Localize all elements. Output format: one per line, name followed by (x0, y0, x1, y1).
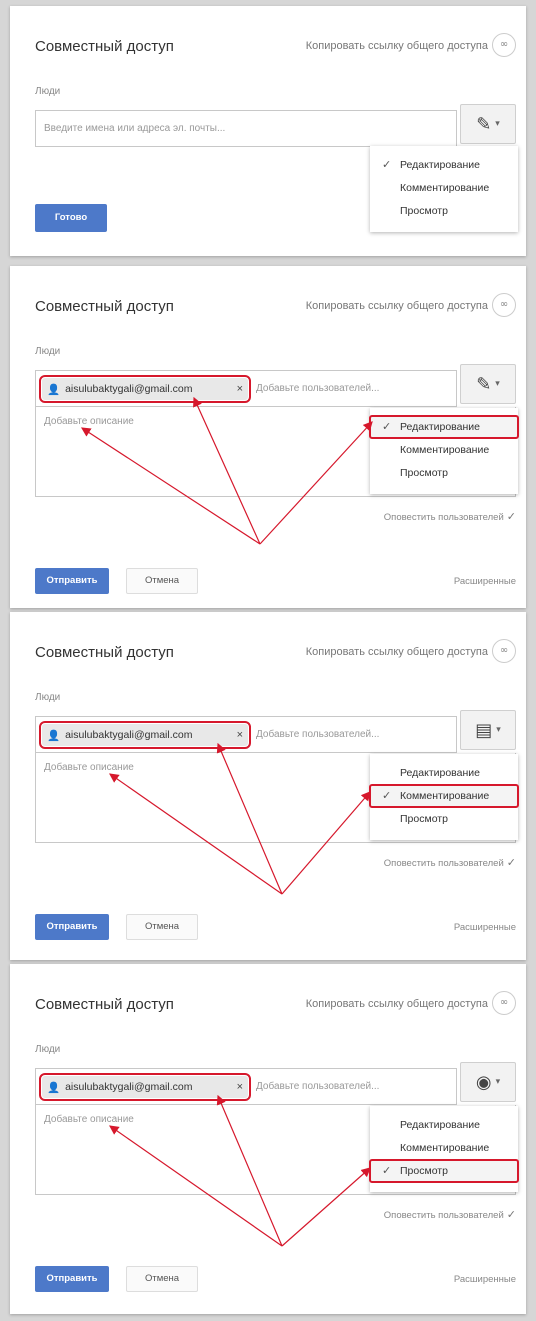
menu-item-view[interactable]: Просмотр (370, 462, 518, 484)
share-dialog-step-3: Совместный доступ Копировать ссылку обще… (10, 612, 526, 960)
permission-dropdown[interactable]: ✎ ▾ (460, 104, 516, 144)
remove-chip-icon[interactable]: × (237, 383, 243, 395)
pencil-icon: ✎ (476, 113, 492, 135)
user-chip[interactable]: 👤 aisulubaktygali@gmail.com × (39, 1073, 251, 1101)
people-label: Люди (35, 692, 61, 703)
check-icon: ✓ (382, 158, 392, 171)
remove-chip-icon[interactable]: × (237, 729, 243, 741)
people-label: Люди (35, 86, 61, 97)
menu-item-edit[interactable]: Редактирование (370, 1114, 518, 1136)
cancel-button[interactable]: Отмена (126, 1266, 198, 1292)
check-icon: ✓ (382, 420, 392, 433)
cancel-button[interactable]: Отмена (126, 914, 198, 940)
advanced-link[interactable]: Расширенные (454, 1274, 516, 1285)
add-users-placeholder: Добавьте пользователей... (256, 729, 380, 740)
menu-item-view[interactable]: Просмотр (370, 808, 518, 830)
share-dialog-step-1: Совместный доступ Копировать ссылку обще… (10, 6, 526, 256)
user-chip[interactable]: 👤 aisulubaktygali@gmail.com × (39, 375, 251, 403)
comment-icon: ▤ (475, 719, 493, 741)
add-users-placeholder: Добавьте пользователей... (256, 383, 380, 394)
menu-item-edit[interactable]: Редактирование (370, 762, 518, 784)
people-input[interactable]: Введите имена или адреса эл. почты... (35, 110, 457, 147)
send-button[interactable]: Отправить (35, 914, 109, 940)
description-placeholder: Добавьте описание (44, 1114, 134, 1125)
share-dialog-step-4: Совместный доступ Копировать ссылку обще… (10, 964, 526, 1314)
eye-icon: ◉ (475, 1071, 492, 1093)
dialog-title: Совместный доступ (35, 644, 174, 661)
user-chip[interactable]: 👤 aisulubaktygali@gmail.com × (39, 721, 251, 749)
menu-item-edit[interactable]: ✓ Редактирование (370, 154, 518, 176)
email-placeholder: Введите имена или адреса эл. почты... (44, 123, 226, 134)
link-icon[interactable]: ∞ (492, 33, 516, 57)
dialog-title: Совместный доступ (35, 38, 174, 55)
dialog-title: Совместный доступ (35, 298, 174, 315)
share-dialog-step-2: Совместный доступ Копировать ссылку обще… (10, 266, 526, 608)
menu-item-view[interactable]: Просмотр (370, 200, 518, 222)
permission-menu: Редактирование Комментирование ✓ Просмотр (369, 1106, 519, 1192)
done-button[interactable]: Готово (35, 204, 107, 232)
send-button[interactable]: Отправить (35, 568, 109, 594)
people-label: Люди (35, 1044, 61, 1055)
menu-item-comment[interactable]: Комментирование (370, 1137, 518, 1159)
menu-item-comment[interactable]: Комментирование (370, 177, 518, 199)
permission-dropdown[interactable]: ▤ ▾ (460, 710, 516, 750)
advanced-link[interactable]: Расширенные (454, 576, 516, 587)
people-label: Люди (35, 346, 61, 357)
link-icon[interactable]: ∞ (492, 639, 516, 663)
chip-email: aisulubaktygali@gmail.com (65, 383, 193, 395)
menu-item-edit[interactable]: ✓ Редактирование (369, 415, 519, 439)
description-placeholder: Добавьте описание (44, 762, 134, 773)
permission-dropdown[interactable]: ◉ ▾ (460, 1062, 516, 1102)
permission-dropdown[interactable]: ✎ ▾ (460, 364, 516, 404)
copy-link-button[interactable]: Копировать ссылку общего доступа (306, 998, 488, 1010)
link-icon[interactable]: ∞ (492, 991, 516, 1015)
send-button[interactable]: Отправить (35, 1266, 109, 1292)
advanced-link[interactable]: Расширенные (454, 922, 516, 933)
copy-link-button[interactable]: Копировать ссылку общего доступа (306, 40, 488, 52)
menu-item-view[interactable]: ✓ Просмотр (369, 1159, 519, 1183)
link-icon[interactable]: ∞ (492, 293, 516, 317)
permission-menu: ✓ Редактирование Комментирование Просмотр (370, 146, 518, 232)
menu-item-comment[interactable]: Комментирование (370, 439, 518, 461)
chip-email: aisulubaktygali@gmail.com (65, 729, 193, 741)
caret-down-icon: ▾ (495, 1077, 501, 1087)
check-icon: ✓ (382, 1164, 392, 1177)
menu-item-comment[interactable]: ✓ Комментирование (369, 784, 519, 808)
person-icon: 👤 (47, 729, 61, 742)
check-icon: ✓ (382, 789, 392, 802)
pencil-icon: ✎ (476, 373, 492, 395)
people-input[interactable]: 👤 aisulubaktygali@gmail.com × Добавьте п… (35, 370, 457, 407)
add-users-placeholder: Добавьте пользователей... (256, 1081, 380, 1092)
description-placeholder: Добавьте описание (44, 416, 134, 427)
caret-down-icon: ▾ (495, 379, 500, 389)
permission-menu: ✓ Редактирование Комментирование Просмотр (369, 408, 519, 494)
caret-down-icon: ▾ (496, 725, 501, 735)
copy-link-button[interactable]: Копировать ссылку общего доступа (306, 300, 488, 312)
person-icon: 👤 (47, 383, 61, 396)
people-input[interactable]: 👤 aisulubaktygali@gmail.com × Добавьте п… (35, 1068, 457, 1105)
people-input[interactable]: 👤 aisulubaktygali@gmail.com × Добавьте п… (35, 716, 457, 753)
copy-link-button[interactable]: Копировать ссылку общего доступа (306, 646, 488, 658)
notify-users-checkbox[interactable]: Оповестить пользователей ✓ (384, 510, 516, 523)
cancel-button[interactable]: Отмена (126, 568, 198, 594)
person-icon: 👤 (47, 1081, 61, 1094)
notify-users-checkbox[interactable]: Оповестить пользователей ✓ (384, 1208, 516, 1221)
permission-menu: Редактирование ✓ Комментирование Просмотр (369, 754, 519, 840)
dialog-title: Совместный доступ (35, 996, 174, 1013)
notify-users-checkbox[interactable]: Оповестить пользователей ✓ (384, 856, 516, 869)
remove-chip-icon[interactable]: × (237, 1081, 243, 1093)
chip-email: aisulubaktygali@gmail.com (65, 1081, 193, 1093)
caret-down-icon: ▾ (495, 119, 500, 129)
